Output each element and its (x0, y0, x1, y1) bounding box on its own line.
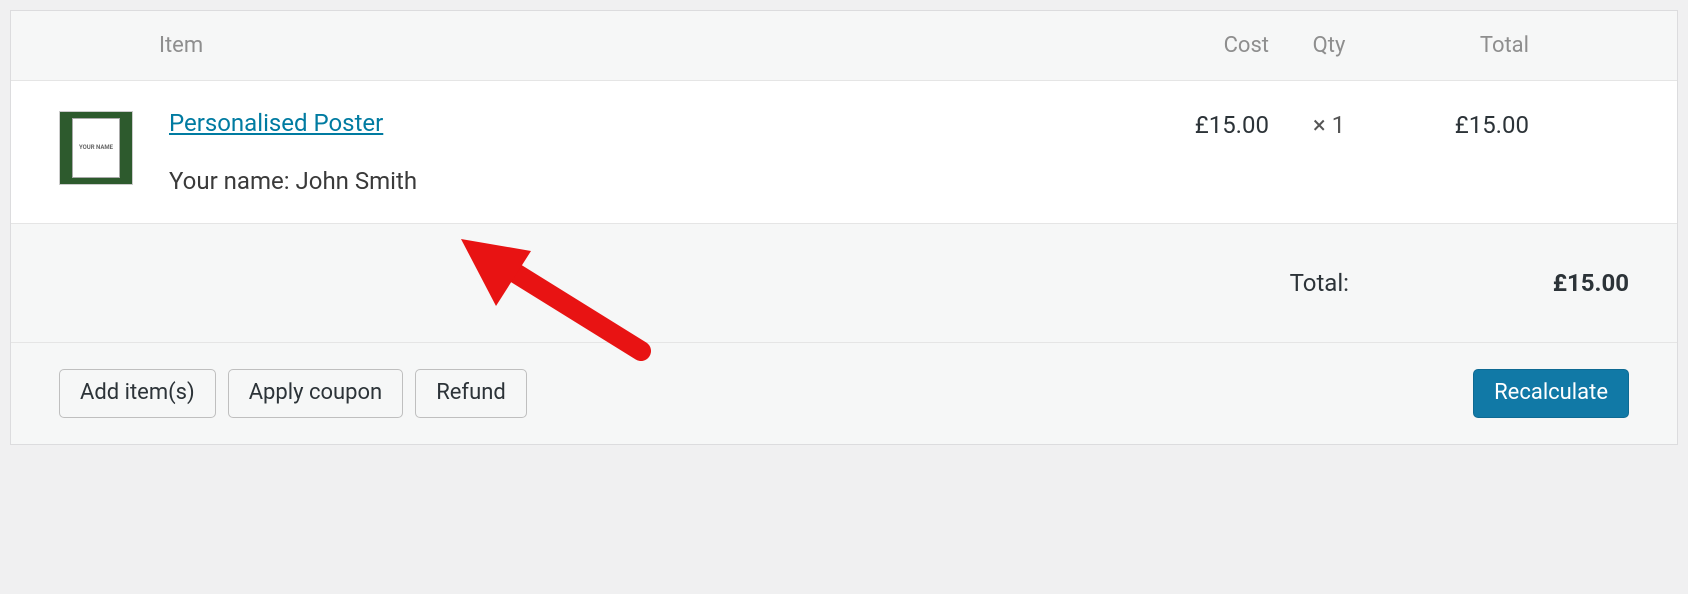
line-cost: £15.00 (1129, 109, 1269, 139)
meta-label: Your name: (169, 167, 290, 195)
product-name-link[interactable]: Personalised Poster (169, 109, 383, 137)
meta-value: John Smith (296, 167, 418, 195)
product-thumbnail[interactable]: YOUR NAME (59, 111, 133, 185)
header-cost: Cost (1129, 33, 1269, 58)
line-qty: × 1 (1269, 109, 1389, 139)
order-items-panel: Item Cost Qty Total YOUR NAME Personalis… (10, 10, 1678, 445)
recalculate-button[interactable]: Recalculate (1473, 369, 1629, 418)
table-header: Item Cost Qty Total (11, 11, 1677, 81)
totals-value: £15.00 (1519, 269, 1629, 297)
header-total: Total (1389, 33, 1529, 58)
table-row: YOUR NAME Personalised Poster Your name:… (11, 81, 1677, 224)
product-meta: Your name: John Smith (169, 167, 1129, 195)
thumbnail-text: YOUR NAME (79, 145, 113, 152)
header-qty: Qty (1269, 33, 1389, 58)
add-items-button[interactable]: Add item(s) (59, 369, 216, 418)
order-totals: Total: £15.00 (11, 224, 1677, 343)
header-item: Item (159, 33, 1129, 58)
refund-button[interactable]: Refund (415, 369, 527, 418)
line-total: £15.00 (1389, 109, 1529, 139)
order-actions: Add item(s) Apply coupon Refund Recalcul… (11, 343, 1677, 444)
apply-coupon-button[interactable]: Apply coupon (228, 369, 404, 418)
totals-label: Total: (1290, 269, 1349, 297)
